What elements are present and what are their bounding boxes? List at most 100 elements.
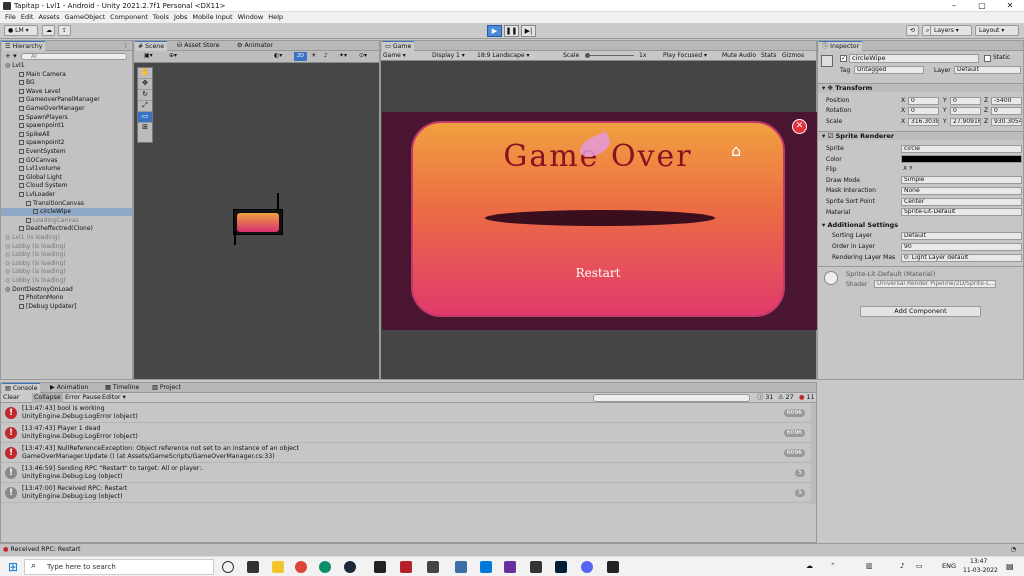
layout-dropdown[interactable]: Layout ▾ — [975, 25, 1019, 36]
restart-button[interactable]: Restart — [413, 266, 783, 280]
warning-count-toggle[interactable]: ⚠ 27 — [778, 393, 794, 403]
scale-slider-handle[interactable] — [585, 53, 590, 58]
hierarchy-scene-item[interactable]: ◎ Lobby (is loading) — [1, 277, 132, 285]
additional-settings-header[interactable]: ▾ Additional Settings — [822, 221, 898, 229]
menu-edit[interactable]: Edit — [21, 12, 34, 23]
hierarchy-scene-item[interactable]: ◎ Lobby (is loading) — [1, 243, 132, 251]
tag-dropdown[interactable]: Untagged — [854, 66, 924, 74]
app-icon[interactable] — [427, 561, 439, 573]
transform-tool-icon[interactable]: ⊞ — [138, 123, 152, 134]
effects-icon[interactable]: ✦▾ — [339, 52, 347, 59]
scene-object-thumbnail[interactable] — [233, 209, 283, 235]
hierarchy-item[interactable]: GameOverManager — [1, 105, 132, 113]
rotation-y[interactable]: 0 — [950, 106, 981, 115]
layers-dropdown[interactable]: Layers ▾ — [930, 25, 972, 36]
shader-dropdown[interactable]: Universal Render Pipeline/2D/Sprite-L... — [874, 280, 996, 288]
hierarchy-item[interactable]: SpikeAll — [1, 131, 132, 139]
hierarchy-item[interactable]: PhotonMono — [1, 294, 132, 302]
scale-slider[interactable] — [586, 55, 634, 56]
transform-header[interactable]: ▾ ✥ Transform — [818, 83, 1023, 92]
shading-icon[interactable]: ◐▾ — [274, 52, 282, 59]
notifications-icon[interactable]: ▤ — [1006, 562, 1014, 571]
file-explorer-icon[interactable] — [272, 561, 284, 573]
clock-date[interactable]: 11-03-2022 — [963, 567, 998, 574]
home-icon[interactable]: ⌂ — [731, 143, 741, 159]
app-icon[interactable] — [400, 561, 412, 573]
editor-dropdown[interactable]: Editor ▾ — [102, 393, 126, 403]
close-button[interactable]: ✕ — [996, 0, 1024, 12]
tab-scene[interactable]: # Scene — [135, 41, 168, 51]
position-z[interactable]: -5400 — [991, 96, 1022, 105]
cortana-icon[interactable] — [222, 561, 234, 573]
calculator-icon[interactable] — [455, 561, 467, 573]
menu-component[interactable]: Component — [110, 12, 148, 23]
hierarchy-search-input[interactable] — [21, 53, 127, 60]
menu-help[interactable]: Help — [268, 12, 283, 23]
tab-animation[interactable]: ▶ Animation — [47, 383, 91, 393]
object-name-field[interactable]: circleWipe — [849, 54, 979, 63]
field-value[interactable]: 0: Light Layer default — [901, 253, 1022, 262]
close-icon[interactable]: ✕ — [792, 119, 807, 134]
clock-time[interactable]: 13:47 — [970, 558, 987, 565]
rect-tool-icon[interactable]: ▭ — [138, 112, 152, 123]
audio-icon[interactable]: ♪ — [324, 52, 328, 59]
history-icon[interactable]: ⟲ — [906, 25, 919, 36]
menu-tools[interactable]: Tools — [153, 12, 169, 23]
field-value[interactable]: Simple — [901, 176, 1022, 185]
photoshop-icon[interactable] — [555, 561, 567, 573]
sprite-renderer-header[interactable]: ▾ ☑ Sprite Renderer — [818, 131, 1023, 140]
scene-camera-icon[interactable]: ⊕▾ — [169, 52, 177, 59]
hierarchy-scene-item[interactable]: ◎ Lvl1 — [1, 62, 132, 70]
tab-inspector[interactable]: ⓘ Inspector — [819, 41, 863, 51]
console-entry[interactable]: ! [13:47:00] Received RPC: Restart UnityEn… — [1, 484, 811, 503]
chevron-up-icon[interactable]: ⌃ — [830, 562, 836, 570]
clear-button[interactable]: Clear — [3, 393, 19, 403]
hierarchy-item[interactable]: Lvl1volume — [1, 165, 132, 173]
rotation-x[interactable]: 0 — [908, 106, 939, 115]
console-search-input[interactable] — [593, 394, 750, 402]
draw-mode-icon[interactable]: ▣▾ — [144, 52, 153, 59]
mail-icon[interactable] — [480, 561, 492, 573]
hierarchy-item[interactable]: Global Light — [1, 174, 132, 182]
tab-animator[interactable]: ⚙ Animator — [234, 41, 276, 51]
windows-start-icon[interactable]: ⊞ — [8, 560, 18, 574]
error-pause-toggle[interactable]: Error Pause — [65, 393, 101, 403]
battery-icon[interactable]: ▭ — [916, 562, 923, 570]
stats-toggle[interactable]: Stats — [761, 51, 776, 60]
hierarchy-item[interactable]: Main Camera — [1, 71, 132, 79]
hierarchy-scene-item[interactable]: ◎ Lobby (is loading) — [1, 251, 132, 259]
console-entry[interactable]: ! [13:47:43] bool is working UnityEngine.D… — [1, 404, 811, 423]
console-scrollbar[interactable] — [811, 404, 816, 504]
hierarchy-scene-item[interactable]: ◎ Lvl1 (is loading) — [1, 234, 132, 242]
tab-hierarchy[interactable]: ☰ Hierarchy — [2, 41, 46, 51]
hierarchy-item[interactable]: GOCanvas — [1, 157, 132, 165]
network-icon[interactable]: ▥ — [866, 562, 873, 570]
console-entry[interactable]: ! [13:47:43] NullReferenceException: Obje… — [1, 444, 811, 463]
rotation-z[interactable]: 0 — [991, 106, 1022, 115]
hierarchy-item[interactable]: EventSystem — [1, 148, 132, 156]
error-count-toggle[interactable]: ● 11 — [799, 393, 815, 403]
tab-timeline[interactable]: ▦ Timeline — [102, 383, 142, 393]
game-view-dropdown[interactable]: Game ▾ — [383, 51, 406, 60]
field-value[interactable]: Default — [901, 231, 1022, 240]
field-value[interactable]: Sprite-Lit-Default — [901, 208, 1022, 217]
hierarchy-item[interactable]: GameoverPanelManager — [1, 96, 132, 104]
console-entry[interactable]: ! [13:47:43] Player 1 dead UnityEngine.Deb… — [1, 424, 811, 443]
hierarchy-item[interactable]: spawnpoint1 — [1, 122, 132, 130]
discord-icon[interactable] — [581, 561, 593, 573]
steam-icon[interactable] — [344, 561, 356, 573]
scale-tool-icon[interactable]: ⤢ — [138, 101, 152, 112]
add-component-button[interactable]: Add Component — [860, 306, 981, 317]
collapse-toggle[interactable]: Collapse — [32, 393, 63, 403]
mute-audio-toggle[interactable]: Mute Audio — [722, 51, 756, 60]
tab-console[interactable]: ▤ Console — [2, 383, 41, 393]
position-y[interactable]: 0 — [950, 96, 981, 105]
taskbar-search[interactable]: ⌕ Type here to search — [24, 559, 214, 575]
hand-tool-icon[interactable]: ✋ — [138, 68, 152, 79]
hierarchy-item[interactable]: Cloud System — [1, 182, 132, 190]
menu-gameobject[interactable]: GameObject — [65, 12, 106, 23]
tab-game[interactable]: ▭ Game — [382, 41, 415, 51]
hierarchy-item[interactable]: BG — [1, 79, 132, 87]
position-x[interactable]: 0 — [908, 96, 939, 105]
edge-icon[interactable] — [319, 561, 331, 573]
